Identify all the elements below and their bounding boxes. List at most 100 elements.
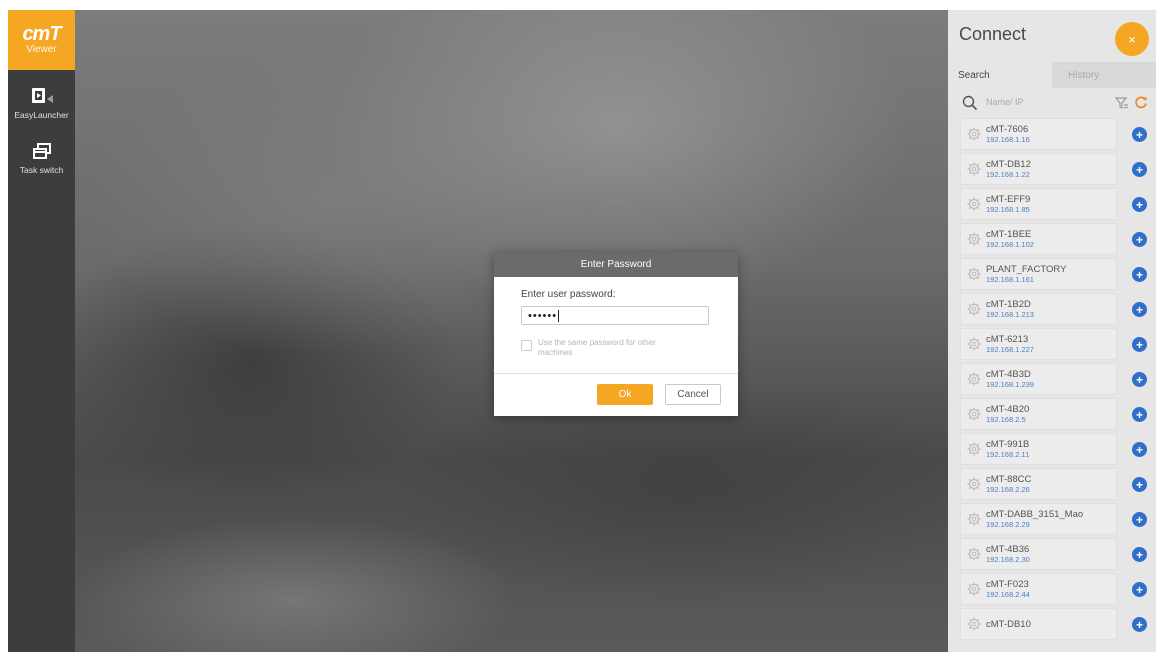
add-device-button[interactable]: +: [1132, 197, 1147, 212]
device-text: cMT-991B 192.168.2.11: [986, 439, 1029, 460]
device-name: cMT-DB10: [986, 618, 1031, 630]
device-name: cMT-DABB_3151_Mao: [986, 508, 1084, 520]
refresh-icon[interactable]: [1134, 95, 1148, 114]
device-card[interactable]: cMT-1BEE 192.168.1.102: [960, 223, 1117, 255]
device-text: cMT-DABB_3151_Mao 192.168.2.29: [986, 509, 1083, 530]
device-card[interactable]: cMT-DB10: [960, 608, 1117, 640]
same-password-label: Use the same password for other machines: [538, 338, 656, 357]
add-device-button[interactable]: +: [1132, 267, 1147, 282]
device-ip: 192.168.1.85: [986, 204, 1030, 214]
device-text: cMT-6213 192.168.1.227: [986, 334, 1034, 355]
device-card[interactable]: cMT-88CC 192.168.2.26: [960, 468, 1117, 500]
device-list-item[interactable]: cMT-1B2D 192.168.1.213 +: [960, 293, 1148, 325]
plus-icon: +: [1135, 267, 1143, 282]
device-card[interactable]: cMT-4B20 192.168.2.5: [960, 398, 1117, 430]
add-device-button[interactable]: +: [1132, 232, 1147, 247]
device-list-item[interactable]: cMT-88CC 192.168.2.26 +: [960, 468, 1148, 500]
panel-tabs: Search History: [948, 62, 1156, 88]
device-list-item[interactable]: cMT-EFF9 192.168.1.85 +: [960, 188, 1148, 220]
add-device-button[interactable]: +: [1132, 302, 1147, 317]
plus-icon: +: [1135, 477, 1143, 492]
add-device-button[interactable]: +: [1132, 547, 1147, 562]
add-device-button[interactable]: +: [1132, 442, 1147, 457]
tab-history[interactable]: History: [1052, 62, 1156, 88]
sidebar-item-easylauncher[interactable]: EasyLauncher: [8, 74, 75, 130]
cmt-viewer-logo[interactable]: cmT Viewer: [8, 10, 75, 70]
add-device-button[interactable]: +: [1132, 337, 1147, 352]
gear-icon: [967, 477, 981, 491]
plus-icon: +: [1135, 442, 1143, 457]
device-list-item[interactable]: cMT-F023 192.168.2.44 +: [960, 573, 1148, 605]
gear-icon: [967, 337, 981, 351]
sidebar-item-label: EasyLauncher: [14, 109, 69, 120]
device-card[interactable]: cMT-4B36 192.168.2.30: [960, 538, 1117, 570]
device-ip: 192.168.2.5: [986, 414, 1026, 424]
device-name: cMT-88CC: [986, 473, 1032, 485]
device-card[interactable]: cMT-EFF9 192.168.1.85: [960, 188, 1117, 220]
same-password-checkbox[interactable]: [521, 340, 532, 351]
search-bar: Name/ IP: [948, 90, 1156, 116]
device-text: cMT-F023 192.168.2.44: [986, 579, 1030, 600]
device-card[interactable]: cMT-1B2D 192.168.1.213: [960, 293, 1117, 325]
plus-icon: +: [1135, 197, 1143, 212]
close-button[interactable]: ×: [1115, 22, 1149, 56]
password-prompt-label: Enter user password:: [521, 289, 616, 300]
sidebar-item-task-switch[interactable]: Task switch: [8, 130, 75, 186]
device-list-item[interactable]: cMT-4B36 192.168.2.30 +: [960, 538, 1148, 570]
gear-icon: [967, 582, 981, 596]
device-list-item[interactable]: cMT-7606 192.168.1.16 +: [960, 118, 1148, 150]
plus-icon: +: [1135, 127, 1143, 142]
device-card[interactable]: cMT-4B3D 192.168.1.239: [960, 363, 1117, 395]
device-list-item[interactable]: cMT-DB12 192.168.1.22 +: [960, 153, 1148, 185]
add-device-button[interactable]: +: [1132, 477, 1147, 492]
filter-icon[interactable]: [1114, 96, 1129, 115]
device-text: cMT-88CC 192.168.2.26: [986, 474, 1031, 495]
device-list-item[interactable]: cMT-4B20 192.168.2.5 +: [960, 398, 1148, 430]
gear-icon: [967, 512, 981, 526]
device-ip: 192.168.2.44: [986, 589, 1030, 599]
add-device-button[interactable]: +: [1132, 127, 1147, 142]
cancel-button[interactable]: Cancel: [665, 384, 721, 405]
add-device-button[interactable]: +: [1132, 372, 1147, 387]
add-device-button[interactable]: +: [1132, 582, 1147, 597]
device-list-item[interactable]: cMT-991B 192.168.2.11 +: [960, 433, 1148, 465]
add-device-button[interactable]: +: [1132, 512, 1147, 527]
add-device-button[interactable]: +: [1132, 407, 1147, 422]
search-input[interactable]: Name/ IP: [986, 97, 1024, 107]
ok-button[interactable]: Ok: [597, 384, 653, 405]
device-ip: 192.168.1.16: [986, 134, 1030, 144]
add-device-button[interactable]: +: [1132, 162, 1147, 177]
device-ip: 192.168.1.161: [986, 274, 1034, 284]
gear-icon: [967, 372, 981, 386]
device-card[interactable]: cMT-DABB_3151_Mao 192.168.2.29: [960, 503, 1117, 535]
easylauncher-icon: [29, 85, 55, 107]
left-sidebar: cmT Viewer EasyLauncher Task switch: [8, 10, 75, 652]
device-list-item[interactable]: cMT-DB10 +: [960, 608, 1148, 640]
close-icon: ×: [1128, 31, 1136, 47]
device-card[interactable]: cMT-991B 192.168.2.11: [960, 433, 1117, 465]
device-list-item[interactable]: cMT-4B3D 192.168.1.239 +: [960, 363, 1148, 395]
password-input[interactable]: ••••••: [521, 306, 709, 325]
device-ip: 192.168.1.239: [986, 379, 1034, 389]
device-name: cMT-EFF9: [986, 193, 1031, 205]
device-text: cMT-4B20 192.168.2.5: [986, 404, 1029, 425]
add-device-button[interactable]: +: [1132, 617, 1147, 632]
device-text: cMT-DB10: [986, 619, 1031, 630]
device-card[interactable]: cMT-F023 192.168.2.44: [960, 573, 1117, 605]
device-name: cMT-4B3D: [986, 368, 1031, 380]
panel-title: Connect: [959, 24, 1027, 44]
device-list-item[interactable]: cMT-1BEE 192.168.1.102 +: [960, 223, 1148, 255]
device-name: cMT-4B20: [986, 403, 1030, 415]
device-list-item[interactable]: PLANT_FACTORY 192.168.1.161 +: [960, 258, 1148, 290]
device-text: cMT-1BEE 192.168.1.102: [986, 229, 1034, 250]
device-card[interactable]: cMT-6213 192.168.1.227: [960, 328, 1117, 360]
device-ip: 192.168.2.26: [986, 484, 1030, 494]
device-list-item[interactable]: cMT-6213 192.168.1.227 +: [960, 328, 1148, 360]
device-text: PLANT_FACTORY 192.168.1.161: [986, 264, 1066, 285]
device-card[interactable]: PLANT_FACTORY 192.168.1.161: [960, 258, 1117, 290]
device-list-item[interactable]: cMT-DABB_3151_Mao 192.168.2.29 +: [960, 503, 1148, 535]
device-card[interactable]: cMT-DB12 192.168.1.22: [960, 153, 1117, 185]
plus-icon: +: [1135, 407, 1143, 422]
tab-search[interactable]: Search: [948, 62, 1052, 88]
device-card[interactable]: cMT-7606 192.168.1.16: [960, 118, 1117, 150]
